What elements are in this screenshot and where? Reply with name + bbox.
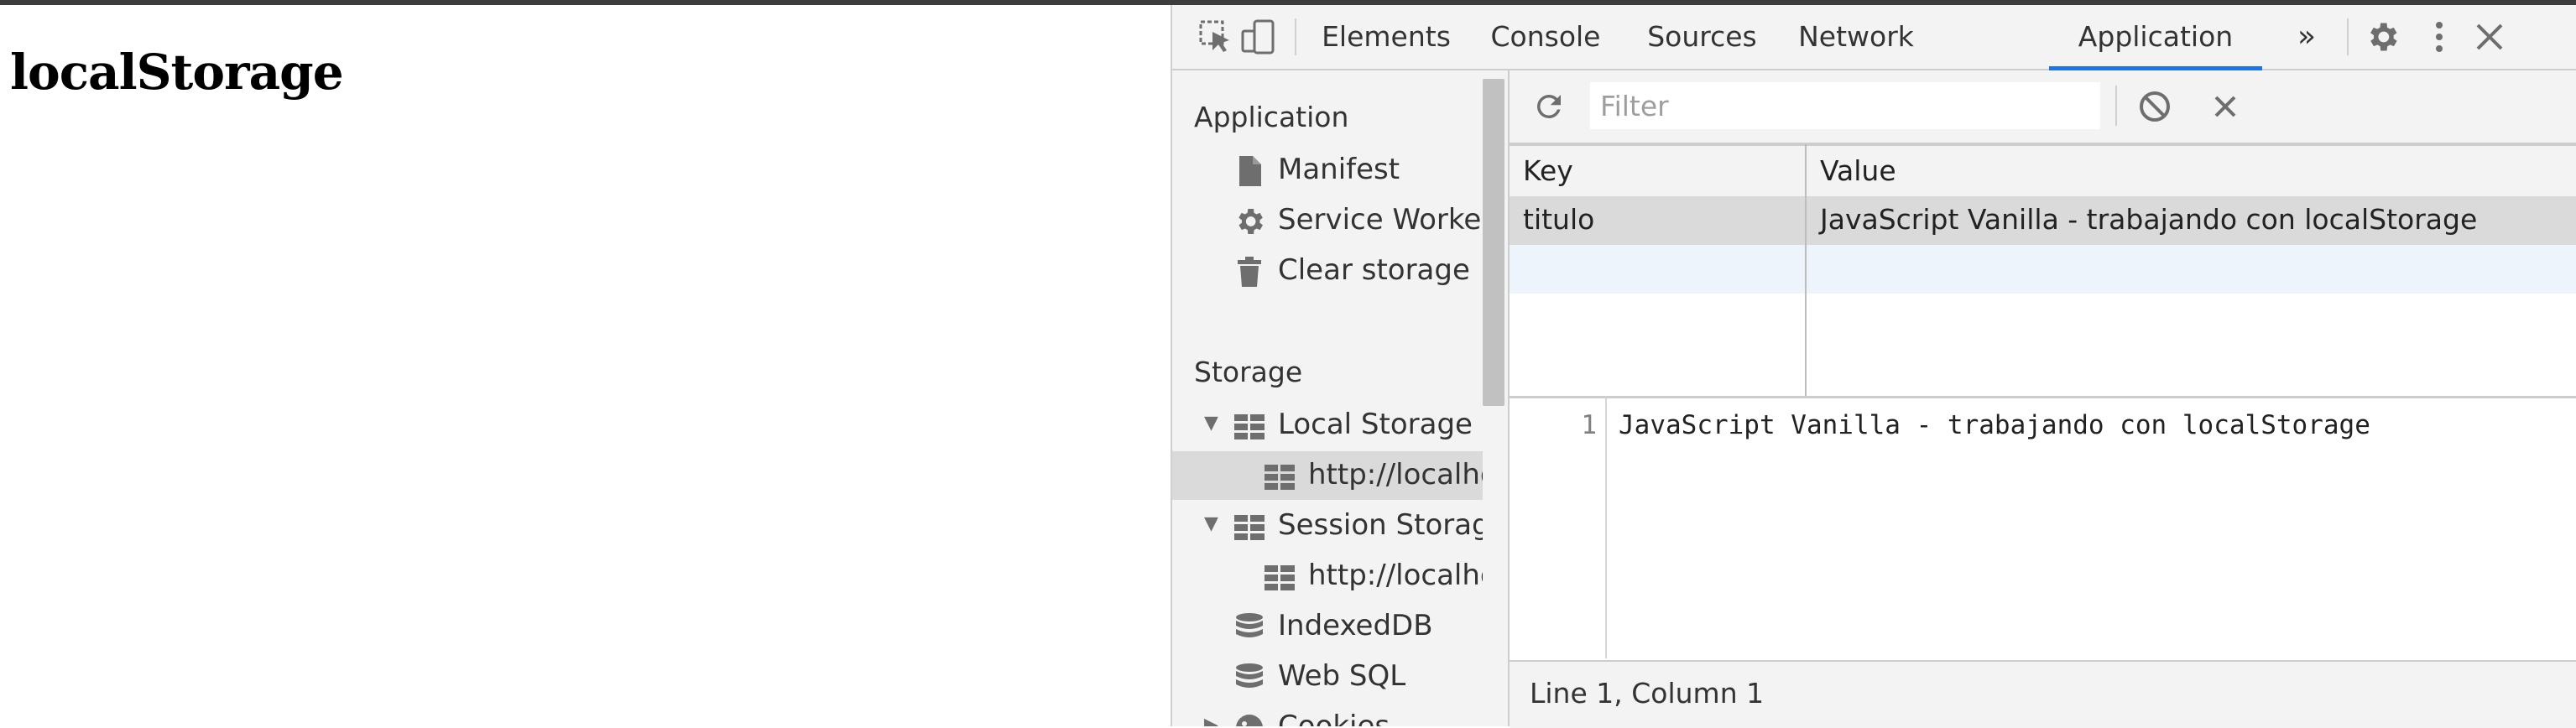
grid-table-icon <box>1263 460 1296 493</box>
tabbar-divider-right <box>2347 18 2349 55</box>
sidebar-item-label: Cookies <box>1278 710 1390 726</box>
file-icon <box>1233 154 1266 188</box>
refresh-icon[interactable] <box>1531 89 1567 124</box>
close-devtools-icon[interactable] <box>2471 18 2508 55</box>
status-bar: Line 1, Column 1 <box>1510 660 2576 728</box>
tab-console[interactable]: Console <box>1476 5 1615 69</box>
sidebar-item-service-workers[interactable]: Service Workers <box>1172 196 1483 245</box>
cookie-icon <box>1233 711 1266 726</box>
preview-content[interactable]: JavaScript Vanilla - trabajando con loca… <box>1619 410 2370 440</box>
kebab-menu-icon[interactable] <box>2421 18 2458 55</box>
sidebar-item-session-storage[interactable]: ▼ Session Storage <box>1172 502 1483 550</box>
sidebar-item-local-storage[interactable]: ▼ Local Storage <box>1172 401 1483 450</box>
tabbar-divider <box>1295 18 1296 55</box>
delete-selected-icon[interactable] <box>2208 89 2243 124</box>
sidebar-item-label: Manifest <box>1278 153 1400 186</box>
settings-gear-icon[interactable] <box>2364 18 2401 55</box>
row-value-cell[interactable]: JavaScript Vanilla - trabajando con loca… <box>1820 203 2477 236</box>
column-divider[interactable] <box>1805 144 1807 396</box>
database-icon <box>1233 661 1266 694</box>
gear-icon <box>1233 205 1266 238</box>
tab-elements[interactable]: Elements <box>1311 5 1462 69</box>
sidebar-item-label: http://localhost <box>1308 458 1483 491</box>
devtools-panel: Elements Console Sources Network Applica… <box>1171 5 2576 728</box>
tab-application[interactable]: Application <box>2049 5 2262 70</box>
sidebar-item-label: Clear storage <box>1278 253 1470 287</box>
sidebar-item-indexeddb[interactable]: IndexedDB <box>1172 602 1483 651</box>
table-row[interactable]: titulo JavaScript Vanilla - trabajando c… <box>1510 196 2576 245</box>
tab-sources[interactable]: Sources <box>1635 5 1770 69</box>
sidebar-item-web-sql[interactable]: Web SQL <box>1172 653 1483 701</box>
sidebar-item-label: Local Storage <box>1278 408 1473 441</box>
table-row-empty[interactable] <box>1510 245 2576 294</box>
database-icon <box>1233 611 1266 644</box>
value-preview-pane: 1 JavaScript Vanilla - trabajando con lo… <box>1510 398 2576 658</box>
trash-icon <box>1233 255 1266 289</box>
storage-main-panel: Key Value titulo JavaScript Vanilla - tr… <box>1510 70 2576 728</box>
row-key-cell[interactable]: titulo <box>1523 203 1594 236</box>
grid-table-icon <box>1263 560 1296 594</box>
tab-network[interactable]: Network <box>1789 5 1923 69</box>
expand-arrow-icon[interactable]: ▼ <box>1204 513 1218 534</box>
filter-input[interactable] <box>1590 82 2100 129</box>
sidebar-item-label: Service Workers <box>1278 203 1483 237</box>
line-number-gutter: 1 <box>1510 398 1607 658</box>
clear-all-icon[interactable] <box>2137 89 2172 124</box>
more-tabs-icon[interactable]: » <box>2286 5 2328 69</box>
sidebar-header-application: Application <box>1194 101 1349 133</box>
page-heading: localStorage <box>10 44 344 101</box>
line-number: 1 <box>1581 410 1597 440</box>
sidebar-item-manifest[interactable]: Manifest <box>1172 146 1483 195</box>
sidebar-item-local-storage-origin[interactable]: http://localhost <box>1172 451 1483 500</box>
sidebar-item-label: Web SQL <box>1278 659 1406 693</box>
sidebar-header-storage: Storage <box>1194 356 1303 388</box>
toolbar-divider <box>2115 86 2117 126</box>
cursor-position: Line 1, Column 1 <box>1530 677 1765 710</box>
grid-table-icon <box>1233 510 1266 543</box>
device-toolbar-icon[interactable] <box>1239 18 1276 55</box>
devtools-tabbar: Elements Console Sources Network Applica… <box>1172 5 2576 70</box>
sidebar-scrollbar-thumb[interactable] <box>1483 79 1504 406</box>
sidebar-item-cookies[interactable]: ▶ Cookies <box>1172 703 1483 726</box>
sidebar-item-label: Session Storage <box>1278 508 1483 542</box>
sidebar-item-label: http://localhost <box>1308 559 1483 592</box>
sidebar-item-label: IndexedDB <box>1278 609 1433 642</box>
column-header-key[interactable]: Key <box>1523 154 1573 187</box>
inspect-element-icon[interactable] <box>1197 18 1234 55</box>
storage-toolbar <box>1510 70 2576 144</box>
sidebar-item-session-storage-origin[interactable]: http://localhost <box>1172 552 1483 601</box>
storage-table: Key Value titulo JavaScript Vanilla - tr… <box>1510 144 2576 398</box>
expand-arrow-icon[interactable]: ▼ <box>1204 413 1218 434</box>
grid-table-icon <box>1233 409 1266 443</box>
application-sidebar: ▲ Application Manifest Service Workers C… <box>1172 70 1510 726</box>
sidebar-item-clear-storage[interactable]: Clear storage <box>1172 247 1483 295</box>
table-header: Key Value <box>1510 144 2576 198</box>
collapse-arrow-icon[interactable]: ▶ <box>1204 715 1218 726</box>
column-header-value[interactable]: Value <box>1820 154 1896 187</box>
